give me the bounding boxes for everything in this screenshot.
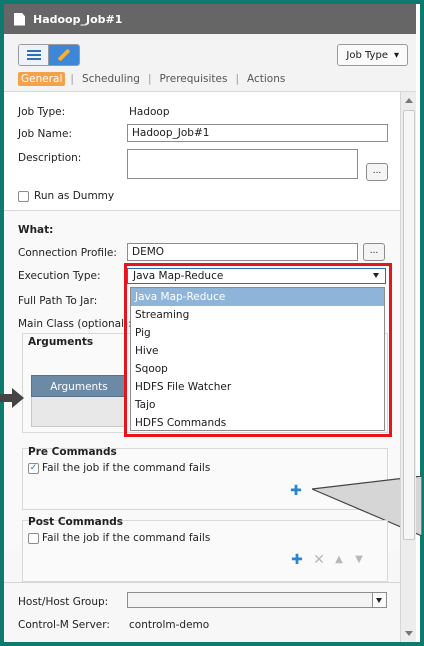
execution-type-value: Java Map-Reduce: [133, 270, 224, 282]
execution-type-label: Execution Type:: [18, 270, 101, 282]
post-commands-fail-label: Fail the job if the command fails: [42, 532, 211, 544]
tab-scheduling[interactable]: Scheduling: [79, 72, 143, 86]
server-value: controlm-demo: [129, 619, 210, 631]
dropdown-option[interactable]: HDFS Commands: [131, 414, 384, 432]
dropdown-option[interactable]: Sqoop: [131, 360, 384, 378]
connection-profile-input[interactable]: DEMO: [127, 243, 358, 261]
post-commands-fail-checkbox[interactable]: [28, 533, 39, 544]
job-name-input[interactable]: Hadoop_Job#1: [127, 124, 388, 142]
connection-profile-label: Connection Profile:: [18, 247, 117, 259]
run-as-dummy-label: Run as Dummy: [34, 190, 115, 202]
what-heading: What:: [18, 224, 54, 236]
arguments-table-body[interactable]: [31, 397, 127, 427]
chevron-down-icon: ▾: [393, 49, 399, 61]
toolbar: Job Type ▾ General | Scheduling | Prereq…: [4, 34, 416, 92]
vertical-scrollbar[interactable]: [400, 92, 416, 642]
tab-actions[interactable]: Actions: [244, 72, 288, 86]
arrow-pointer-icon: [0, 388, 24, 408]
window-title: Hadoop_Job#1: [33, 12, 123, 26]
job-type-label: Job Type: [346, 49, 388, 61]
description-more-button[interactable]: ...: [366, 163, 388, 181]
job-type-value: Hadoop: [129, 106, 170, 118]
chevron-down-icon[interactable]: [372, 593, 386, 607]
dropdown-option[interactable]: Streaming: [131, 306, 384, 324]
arguments-heading: Arguments: [28, 336, 94, 348]
job-type-field-label: Job Type:: [18, 106, 66, 118]
tab-bar: General | Scheduling | Prerequisites | A…: [18, 72, 288, 86]
view-toggle: [18, 44, 80, 66]
scroll-up-icon[interactable]: [405, 98, 413, 103]
job-name-field-label: Job Name:: [18, 128, 73, 140]
host-group-label: Host/Host Group:: [18, 596, 109, 608]
edit-view-button[interactable]: [49, 45, 79, 65]
dropdown-option[interactable]: Java Map-Reduce: [131, 288, 384, 306]
run-as-dummy-checkbox[interactable]: [18, 191, 29, 202]
dropdown-option[interactable]: Tajo: [131, 396, 384, 414]
dropdown-option[interactable]: Hive: [131, 342, 384, 360]
delete-icon[interactable]: ✕: [312, 553, 326, 567]
job-type-button[interactable]: Job Type ▾: [337, 44, 408, 66]
move-down-icon[interactable]: ▼: [352, 553, 366, 567]
connection-profile-more-button[interactable]: ...: [363, 243, 385, 261]
tab-general[interactable]: General: [18, 72, 66, 86]
host-group-select[interactable]: [127, 592, 387, 608]
server-label: Control-M Server:: [18, 619, 110, 631]
tab-separator: |: [70, 73, 74, 85]
list-view-button[interactable]: [19, 45, 50, 65]
main-class-label: Main Class (optional):: [18, 318, 132, 330]
pre-commands-fail-checkbox[interactable]: ✓: [28, 463, 39, 474]
execution-type-dropdown[interactable]: Java Map-Reduce Streaming Pig Hive Sqoop…: [130, 287, 385, 431]
post-commands-heading: Post Commands: [28, 516, 123, 528]
chevron-down-icon: [373, 273, 379, 278]
document-icon: [14, 12, 25, 26]
pencil-icon: [57, 48, 71, 62]
pre-commands-fail-label: Fail the job if the command fails: [42, 462, 211, 474]
arguments-column-header[interactable]: Arguments: [31, 375, 127, 397]
pre-commands-heading: Pre Commands: [28, 446, 117, 458]
scroll-thumb[interactable]: [403, 110, 415, 540]
dropdown-option[interactable]: Pig: [131, 324, 384, 342]
tab-prerequisites[interactable]: Prerequisites: [157, 72, 231, 86]
full-path-label: Full Path To Jar:: [18, 295, 98, 307]
description-field-label: Description:: [18, 152, 82, 164]
post-commands-group: [22, 520, 388, 582]
execution-type-select[interactable]: Java Map-Reduce: [127, 268, 386, 284]
dropdown-option[interactable]: HDFS File Watcher: [131, 378, 384, 396]
description-input[interactable]: [127, 149, 358, 179]
add-icon[interactable]: ✚: [290, 553, 304, 567]
tab-separator: |: [235, 73, 239, 85]
section-divider: [4, 582, 400, 583]
scroll-down-icon[interactable]: [405, 631, 413, 636]
add-icon[interactable]: ✚: [289, 484, 303, 498]
list-icon: [26, 50, 41, 60]
move-up-icon[interactable]: ▲: [332, 553, 346, 567]
tab-separator: |: [147, 73, 152, 85]
window-titlebar: Hadoop_Job#1: [4, 4, 416, 34]
